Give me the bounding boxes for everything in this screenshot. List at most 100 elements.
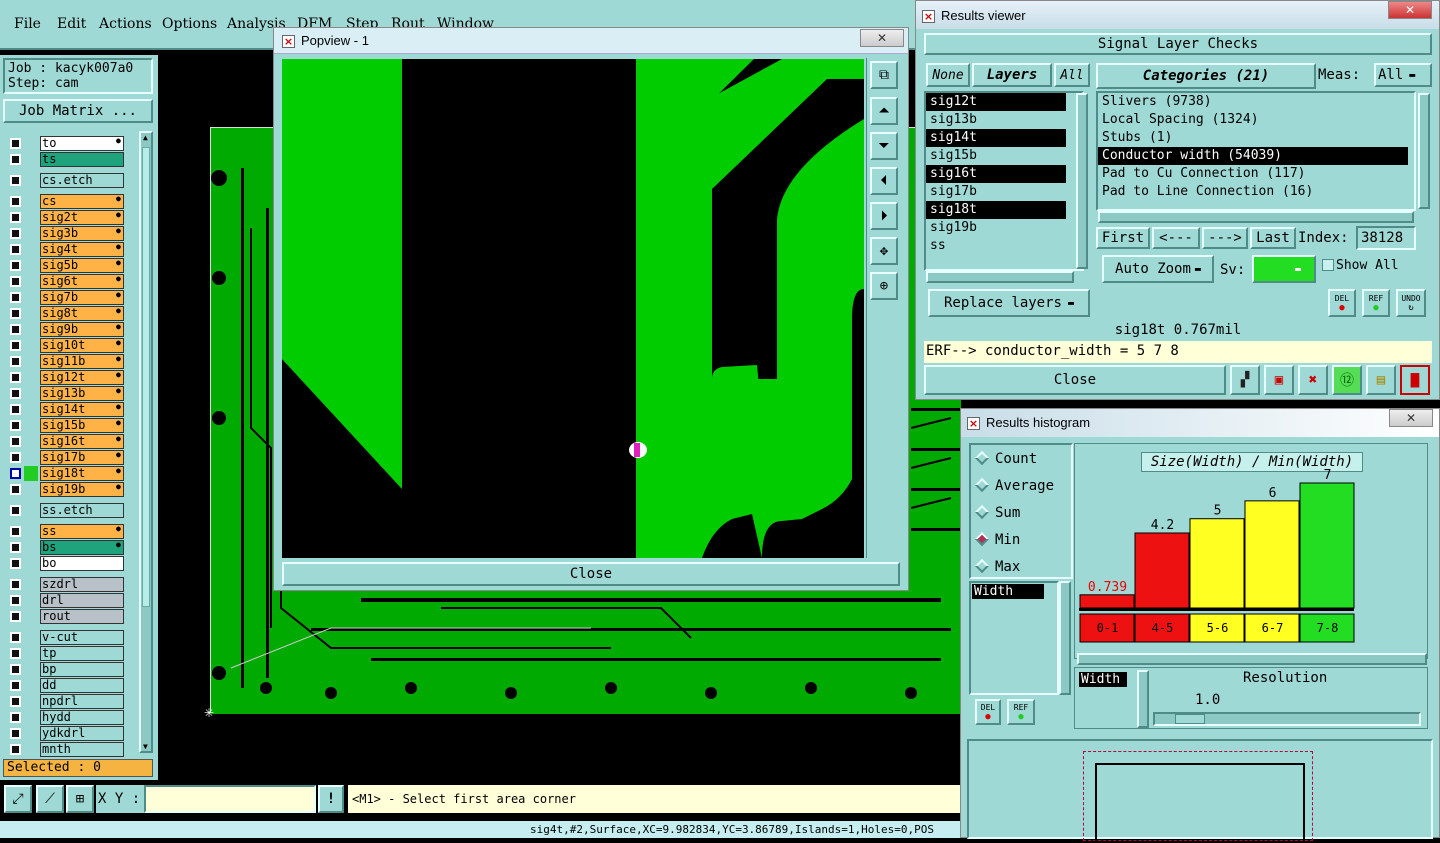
result-layer-item[interactable]: sig19b <box>926 219 1066 237</box>
result-layer-item[interactable]: sig17b <box>926 183 1066 201</box>
zoom-home-icon[interactable]: ⊕ <box>870 272 898 300</box>
field-list-scrollbar[interactable] <box>1059 581 1071 695</box>
radio-average[interactable] <box>974 477 990 493</box>
layer-name[interactable]: sig12t <box>40 370 124 385</box>
layer-name[interactable]: cs <box>40 194 124 209</box>
layer-name[interactable]: sig7b <box>40 290 124 305</box>
histogram-bar[interactable] <box>1134 532 1190 609</box>
layer-name[interactable]: sig19b <box>40 482 124 497</box>
layer-checkbox[interactable] <box>10 154 21 165</box>
category-list-hscrollbar[interactable] <box>1098 211 1414 223</box>
layer-name[interactable]: sig17b <box>40 450 124 465</box>
sv-color-select[interactable]: ▬ <box>1252 255 1316 283</box>
histogram-bar[interactable] <box>1079 594 1135 609</box>
histogram-icon[interactable]: ▇ <box>1400 365 1430 395</box>
layer-name[interactable]: sig18t <box>40 466 124 481</box>
layer-row-dd[interactable]: dd <box>8 678 126 693</box>
xy-input[interactable] <box>144 785 316 813</box>
layer-name[interactable]: sig8t <box>40 306 124 321</box>
layer-checkbox[interactable] <box>10 664 21 675</box>
layer-name[interactable]: szdrl <box>40 577 124 592</box>
layer-name[interactable]: sig3b <box>40 226 124 241</box>
zoom-fit-icon[interactable]: ✥ <box>870 237 898 265</box>
category-item[interactable]: Stubs (1) <box>1098 129 1408 147</box>
layer-checkbox[interactable] <box>10 175 21 186</box>
layer-name[interactable]: sig14t <box>40 402 124 417</box>
scroll-down-icon[interactable]: ▼ <box>143 742 148 751</box>
result-layer-item[interactable]: sig18t <box>926 201 1066 219</box>
first-button[interactable]: First <box>1096 227 1150 249</box>
menu-options[interactable]: Options <box>162 16 217 32</box>
layer-row-sig11b[interactable]: sig11b ● <box>8 354 126 369</box>
zoom-window-icon[interactable]: ⧉ <box>870 61 898 89</box>
option-average[interactable]: Average <box>974 477 1054 494</box>
layer-checkbox[interactable] <box>10 744 21 755</box>
layer-row-bs[interactable]: bs ● <box>8 540 126 555</box>
layer-name[interactable]: ydkdrl <box>40 726 124 741</box>
layer-row-sig17b[interactable]: sig17b ● <box>8 450 126 465</box>
result-layer-item[interactable]: sig12t <box>926 93 1066 111</box>
result-layer-item[interactable]: sig13b <box>926 111 1066 129</box>
layer-name[interactable]: sig11b <box>40 354 124 369</box>
results-layer-list[interactable]: sig12t sig13b sig14t sig15b sig16t sig17b sig1… <box>924 91 1084 271</box>
popview-titlebar[interactable]: × Popview - 1 ✕ <box>274 28 908 54</box>
layer-checkbox[interactable] <box>10 420 21 431</box>
histogram-bar[interactable] <box>1189 518 1245 609</box>
layer-row-to[interactable]: to ● <box>8 136 126 151</box>
layer-checkbox[interactable] <box>10 542 21 553</box>
layer-name[interactable]: to <box>40 136 124 151</box>
layer-name[interactable]: sig16t <box>40 434 124 449</box>
layer-checkbox[interactable] <box>10 260 21 271</box>
notes-icon[interactable]: ▤ <box>1366 365 1396 395</box>
layer-row-ss[interactable]: ss ● <box>8 524 126 539</box>
layer-checkbox[interactable] <box>10 632 21 643</box>
menu-actions[interactable]: Actions <box>99 16 152 32</box>
layer-list-scrollbar[interactable] <box>1076 93 1088 269</box>
option-count[interactable]: Count <box>974 450 1037 467</box>
layer-name[interactable]: hydd <box>40 710 124 725</box>
menu-file[interactable]: File <box>14 16 41 32</box>
layer-checkbox[interactable] <box>10 308 21 319</box>
layer-row-cs[interactable]: cs ● <box>8 194 126 209</box>
alert-icon[interactable]: ! <box>318 785 344 813</box>
layer-row-sig14t[interactable]: sig14t ● <box>8 402 126 417</box>
categories-button[interactable]: Categories (21) <box>1096 63 1316 89</box>
layer-row-sig2t[interactable]: sig2t ● <box>8 210 126 225</box>
layer-row-tp[interactable]: tp <box>8 646 126 661</box>
layer-checkbox[interactable] <box>10 728 21 739</box>
layer-name[interactable]: bo <box>40 556 124 571</box>
layer-checkbox[interactable] <box>10 356 21 367</box>
layer-name[interactable]: bp <box>40 662 124 677</box>
layer-name[interactable]: tp <box>40 646 124 661</box>
layer-name[interactable]: npdrl <box>40 694 124 709</box>
resolution-field-list[interactable]: Width <box>1079 672 1129 728</box>
tab-all[interactable]: All <box>1054 63 1090 87</box>
layer-row-sig12t[interactable]: sig12t ● <box>8 370 126 385</box>
layer-name[interactable]: sig2t <box>40 210 124 225</box>
layer-row-npdrl[interactable]: npdrl <box>8 694 126 709</box>
number-icon[interactable]: ⑫ <box>1332 365 1362 395</box>
results-viewer-titlebar[interactable]: × Results viewer ✕ <box>916 1 1439 29</box>
result-layer-item[interactable]: ss <box>926 237 1066 255</box>
result-layer-item[interactable]: sig16t <box>926 165 1066 183</box>
layer-checkbox[interactable] <box>10 648 21 659</box>
category-item[interactable]: Pad to Line Connection (16) <box>1098 183 1408 201</box>
auto-zoom-select[interactable]: Auto Zoom ▬ <box>1102 255 1214 283</box>
delete-results-icon[interactable]: ✖ <box>1298 365 1328 395</box>
resolution-slider[interactable] <box>1153 712 1421 726</box>
layer-name[interactable]: sig9b <box>40 322 124 337</box>
layer-checkbox[interactable] <box>10 372 21 383</box>
undo-button[interactable]: UNDO ↻ <box>1396 289 1426 317</box>
layer-name[interactable]: dd <box>40 678 124 693</box>
layer-checkbox[interactable] <box>10 595 21 606</box>
layer-checkbox[interactable] <box>10 484 21 495</box>
grid-icon[interactable]: ⊞ <box>66 785 94 813</box>
layer-checkbox[interactable] <box>10 388 21 399</box>
layer-checkbox[interactable] <box>10 579 21 590</box>
layer-name[interactable]: ss <box>40 524 124 539</box>
replace-layers-select[interactable]: Replace layers ▬ <box>928 289 1090 317</box>
measure-icon[interactable]: ⟋ <box>36 785 64 813</box>
layer-row-bp[interactable]: bp <box>8 662 126 677</box>
layer-name[interactable]: rout <box>40 609 124 624</box>
layer-row-sig5b[interactable]: sig5b ● <box>8 258 126 273</box>
